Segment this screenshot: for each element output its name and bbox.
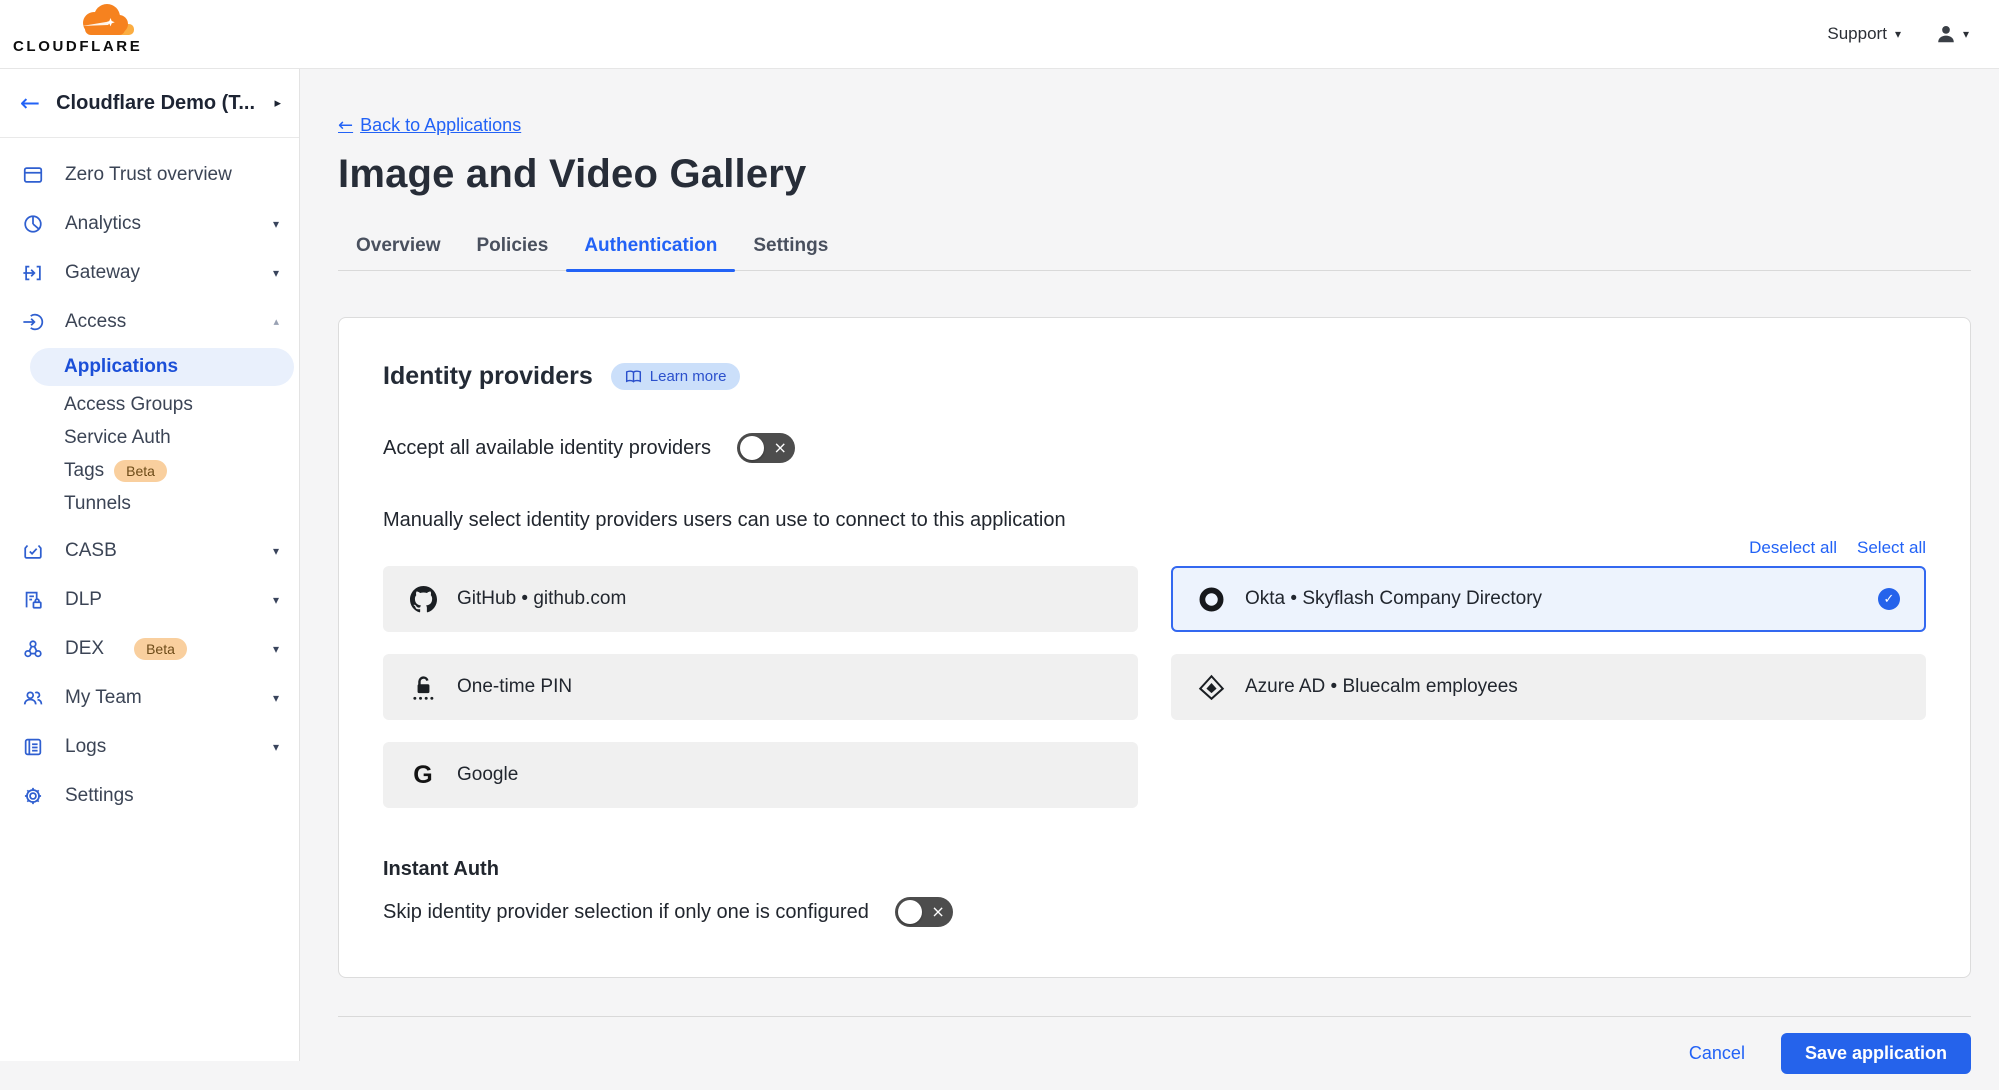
provider-name: Azure AD • Bluecalm employees xyxy=(1245,676,1518,698)
team-icon xyxy=(21,686,45,710)
access-submenu: Applications Access Groups Service Auth … xyxy=(0,346,299,526)
accept-all-toggle[interactable]: × xyxy=(737,433,795,463)
tab-overview[interactable]: Overview xyxy=(338,225,459,270)
learn-more-badge[interactable]: Learn more xyxy=(611,363,741,390)
support-label: Support xyxy=(1827,24,1887,44)
instant-auth-toggle[interactable]: × xyxy=(895,897,953,927)
deselect-all-link[interactable]: Deselect all xyxy=(1749,538,1837,558)
chevron-down-icon[interactable]: ▾ xyxy=(273,642,279,656)
select-all-link[interactable]: Select all xyxy=(1857,538,1926,558)
sidebar-item-service-auth[interactable]: Service Auth xyxy=(0,421,299,454)
toggle-knob xyxy=(740,436,764,460)
chevron-down-icon[interactable]: ▾ xyxy=(273,593,279,607)
chevron-down-icon: ▾ xyxy=(1963,27,1969,41)
user-account-menu[interactable]: ▾ xyxy=(1935,23,1969,45)
chevron-down-icon: ▾ xyxy=(1895,27,1901,41)
okta-icon xyxy=(1197,585,1225,613)
provider-name: Google xyxy=(457,764,518,786)
selected-check-icon: ✓ xyxy=(1878,588,1900,610)
analytics-icon xyxy=(21,212,45,236)
toggle-knob xyxy=(898,900,922,924)
provider-tile-okta[interactable]: Okta • Skyflash Company Directory ✓ xyxy=(1171,566,1926,632)
sidebar-item-dlp[interactable]: DLP ▾ xyxy=(0,575,299,624)
sidebar-item-dex[interactable]: DEX Beta ▾ xyxy=(0,624,299,673)
support-menu[interactable]: Support ▾ xyxy=(1827,24,1901,44)
back-to-applications-link[interactable]: ← Back to Applications xyxy=(338,115,521,136)
gear-icon xyxy=(21,784,45,808)
provider-name: GitHub • github.com xyxy=(457,588,626,610)
chevron-right-icon[interactable]: ▸ xyxy=(274,96,281,111)
provider-tile-github[interactable]: GitHub • github.com xyxy=(383,566,1138,632)
provider-tile-one-time-pin[interactable]: One-time PIN xyxy=(383,654,1138,720)
sidebar-item-tunnels[interactable]: Tunnels xyxy=(0,487,299,520)
beta-badge: Beta xyxy=(114,460,167,482)
chevron-up-icon[interactable]: ▴ xyxy=(273,315,279,328)
tab-authentication[interactable]: Authentication xyxy=(566,225,735,270)
sidebar-item-zero-trust-overview[interactable]: Zero Trust overview xyxy=(0,150,299,199)
chevron-down-icon[interactable]: ▾ xyxy=(273,266,279,280)
close-icon: × xyxy=(774,440,787,456)
instant-auth-toggle-label: Skip identity provider selection if only… xyxy=(383,901,869,924)
sidebar-item-tags[interactable]: Tags Beta xyxy=(0,454,299,487)
sidebar-item-analytics[interactable]: Analytics ▾ xyxy=(0,199,299,248)
provider-grid: GitHub • github.com Okta • Skyflash Comp… xyxy=(383,566,1926,808)
save-application-button[interactable]: Save application xyxy=(1781,1033,1971,1074)
sidebar-item-my-team[interactable]: My Team ▾ xyxy=(0,673,299,722)
main-content: ← Back to Applications Image and Video G… xyxy=(300,69,1999,1061)
dlp-icon xyxy=(21,588,45,612)
brand-wordmark: CLOUDFLARE xyxy=(13,38,142,55)
chevron-down-icon[interactable]: ▾ xyxy=(273,217,279,231)
page-title: Image and Video Gallery xyxy=(338,152,1971,197)
sidebar-item-settings[interactable]: Settings xyxy=(0,771,299,820)
tab-bar: Overview Policies Authentication Setting… xyxy=(338,225,1971,271)
sidebar-item-access[interactable]: Access ▴ xyxy=(0,297,299,346)
azure-ad-icon xyxy=(1197,673,1225,701)
chevron-down-icon[interactable]: ▾ xyxy=(273,544,279,558)
sidebar-item-logs[interactable]: Logs ▾ xyxy=(0,722,299,771)
accept-all-toggle-label: Accept all available identity providers xyxy=(383,437,711,460)
provider-name: One-time PIN xyxy=(457,676,572,698)
back-arrow-icon[interactable]: ← xyxy=(20,91,40,115)
sidebar-nav: Zero Trust overview Analytics ▾ Gateway … xyxy=(0,138,299,820)
google-icon: G xyxy=(409,761,437,789)
footer-actions: Cancel Save application xyxy=(338,1017,1971,1090)
book-icon xyxy=(625,369,642,384)
cloudflare-cloud-icon xyxy=(74,4,140,38)
chevron-down-icon[interactable]: ▾ xyxy=(273,691,279,705)
account-switcher[interactable]: ← Cloudflare Demo (T... ▸ xyxy=(0,69,299,138)
access-icon xyxy=(21,310,45,334)
casb-icon xyxy=(21,539,45,563)
sidebar: ← Cloudflare Demo (T... ▸ Zero Trust ove… xyxy=(0,69,300,1061)
sidebar-item-access-groups[interactable]: Access Groups xyxy=(0,388,299,421)
tab-settings[interactable]: Settings xyxy=(735,225,846,270)
card-heading: Identity providers xyxy=(383,362,593,391)
sidebar-item-casb[interactable]: CASB ▾ xyxy=(0,526,299,575)
close-icon: × xyxy=(931,904,944,920)
sidebar-item-applications[interactable]: Applications xyxy=(30,348,294,386)
account-title: Cloudflare Demo (T... xyxy=(56,92,258,115)
tab-policies[interactable]: Policies xyxy=(459,225,567,270)
sidebar-item-gateway[interactable]: Gateway ▾ xyxy=(0,248,299,297)
github-icon xyxy=(409,585,437,613)
back-arrow-icon: ← xyxy=(338,115,353,136)
provider-name: Okta • Skyflash Company Directory xyxy=(1245,588,1542,610)
identity-providers-card: Identity providers Learn more Accept all… xyxy=(338,317,1971,978)
user-avatar-icon xyxy=(1935,23,1957,45)
one-time-pin-icon xyxy=(409,673,437,701)
gateway-icon xyxy=(21,261,45,285)
manual-select-text: Manually select identity providers users… xyxy=(383,509,1926,532)
top-bar: CLOUDFLARE Support ▾ ▾ xyxy=(0,0,1999,69)
beta-badge: Beta xyxy=(134,638,187,660)
chevron-down-icon[interactable]: ▾ xyxy=(273,740,279,754)
overview-icon xyxy=(21,163,45,187)
dex-icon xyxy=(21,637,45,661)
provider-tile-azure-ad[interactable]: Azure AD • Bluecalm employees xyxy=(1171,654,1926,720)
provider-tile-google[interactable]: G Google xyxy=(383,742,1138,808)
logs-icon xyxy=(21,735,45,759)
cloudflare-logo[interactable]: CLOUDFLARE xyxy=(0,0,220,69)
instant-auth-heading: Instant Auth xyxy=(383,858,1926,881)
